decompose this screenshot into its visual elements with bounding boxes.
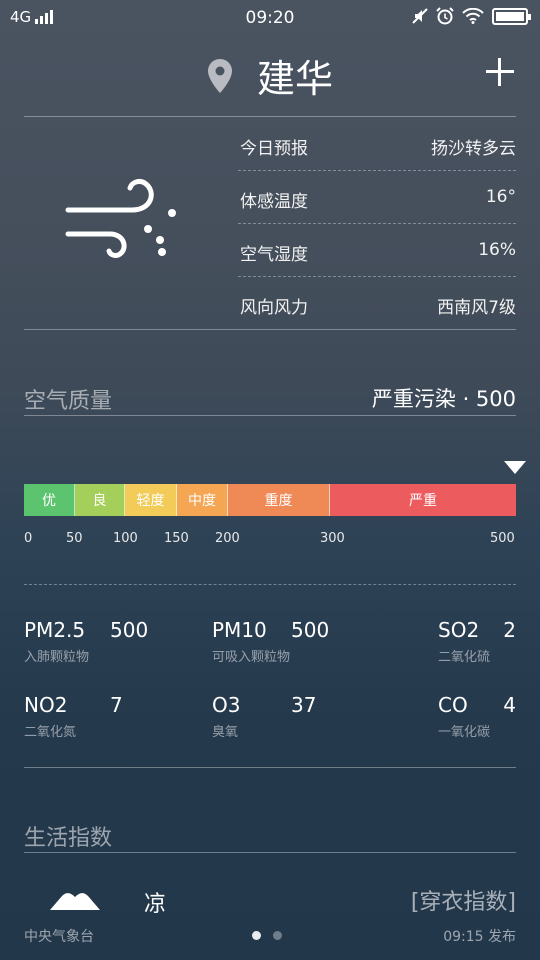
air-quality-title: 空气质量	[24, 389, 113, 414]
pollutant-name: CO	[438, 693, 468, 717]
alarm-icon	[436, 7, 454, 25]
pollutant-name: PM2.5	[24, 618, 86, 642]
add-city-button[interactable]	[482, 54, 518, 90]
forecast-value: 西南风7级	[437, 298, 516, 318]
pollutant-desc: 入肺颗粒物	[24, 650, 90, 665]
pollutant-name: O3	[212, 693, 241, 717]
divider	[24, 767, 516, 768]
pollutant-value: 37	[291, 693, 317, 717]
silent-mode-icon	[412, 8, 428, 24]
wifi-icon	[462, 8, 484, 24]
city-header[interactable]: 建华	[0, 48, 540, 103]
pollutant-value: 7	[110, 693, 123, 717]
pollutant-value: 2	[503, 618, 516, 642]
pollutant-value: 500	[110, 618, 149, 642]
aqi-segment-excellent: 优	[24, 484, 75, 516]
aqi-segment-severe: 严重	[330, 484, 516, 516]
page-dot-active[interactable]	[252, 931, 261, 940]
forecast-value: 16%	[478, 240, 516, 260]
location-pin-icon	[207, 58, 232, 93]
aqi-segment-good: 良	[75, 484, 125, 516]
aqi-tick: 500	[490, 531, 515, 546]
aqi-tick: 50	[66, 531, 83, 546]
pollutant-value: 4	[503, 693, 516, 717]
pollutant-name: PM10	[212, 618, 267, 642]
forecast-label: 空气湿度	[240, 245, 308, 265]
divider	[24, 852, 516, 853]
status-bar: 4G 09:20	[0, 0, 540, 36]
page-dot[interactable]	[273, 931, 282, 940]
forecast-row-wind: 风向风力 西南风7级	[238, 277, 516, 329]
forecast-value: 16°	[485, 187, 516, 207]
forecast-row-feels-like: 体感温度 16°	[238, 171, 516, 223]
pollutant-desc: 二氧化氮	[24, 725, 77, 740]
wear-index-value: 凉	[144, 892, 167, 917]
air-quality-summary: 严重污染 · 500	[371, 387, 516, 411]
clothing-icon	[50, 893, 100, 910]
aqi-tick: 300	[320, 531, 345, 546]
forecast-label: 风向风力	[240, 298, 308, 318]
divider	[24, 116, 516, 117]
aqi-scale-bar: 优 良 轻度 中度 重度 严重	[24, 484, 516, 516]
aqi-tick: 0	[24, 531, 33, 546]
aqi-tick: 150	[164, 531, 189, 546]
pollutant-desc: 二氧化硫	[438, 650, 491, 665]
status-icons	[412, 7, 531, 25]
aqi-level-marker	[504, 461, 526, 474]
aqi-segment-moderate: 中度	[177, 484, 228, 516]
dashed-divider	[24, 584, 516, 585]
battery-icon	[492, 7, 531, 25]
pollutant-name: NO2	[24, 693, 68, 717]
aqi-segment-heavy: 重度	[228, 484, 330, 516]
pollutant-desc: 一氧化碳	[438, 725, 491, 740]
divider	[24, 415, 516, 416]
forecast-label: 今日预报	[240, 139, 308, 159]
forecast-value: 扬沙转多云	[431, 139, 516, 159]
forecast-row-humidity: 空气湿度 16%	[238, 224, 516, 276]
wind-icon	[65, 178, 176, 258]
data-source: 中央气象台	[24, 929, 94, 945]
pollutant-name: SO2	[438, 618, 480, 642]
publish-time: 09:15 发布	[443, 929, 516, 945]
pollutant-value: 500	[291, 618, 330, 642]
forecast-row-today: 今日预报 扬沙转多云	[238, 118, 516, 170]
aqi-segment-light: 轻度	[125, 484, 177, 516]
page-indicator	[252, 931, 282, 940]
divider	[24, 329, 516, 330]
aqi-tick: 200	[215, 531, 240, 546]
aqi-tick: 100	[113, 531, 138, 546]
pollutant-desc: 臭氧	[212, 725, 239, 740]
forecast-label: 体感温度	[240, 192, 308, 212]
wear-index-label[interactable]: [穿衣指数]	[411, 884, 516, 916]
city-name: 建华	[257, 57, 334, 101]
pollutant-desc: 可吸入颗粒物	[212, 650, 291, 665]
life-index-title: 生活指数	[24, 826, 113, 851]
